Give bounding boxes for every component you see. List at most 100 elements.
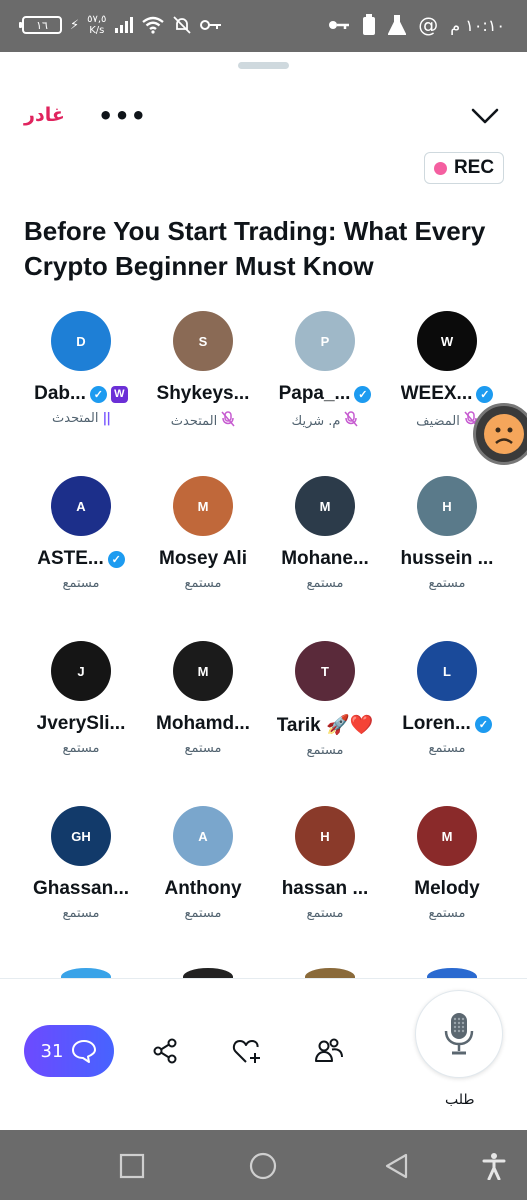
triangle-back-icon [385,1153,408,1179]
share-button[interactable] [150,1036,180,1066]
recents-button[interactable] [118,1152,146,1180]
avatar[interactable]: M [417,806,477,866]
participant-name-row: Dab... ✓ W [34,383,128,405]
participant-name: Papa_... [278,383,351,404]
request-mic-button[interactable] [415,990,503,1078]
participant-item[interactable]: P Papa_... ✓ م. شريك [264,300,386,465]
participant-role-label: م. شريك [291,413,341,429]
avatar-initials: H [320,828,330,844]
avatar[interactable]: M [173,641,233,701]
avatar[interactable]: H [295,806,355,866]
participant-item[interactable]: T Tarik 🚀❤️ مستمع [264,630,386,795]
participant-name: Melody [414,878,480,899]
participant-item[interactable]: M Melody مستمع [386,795,508,960]
participant-name-row: hussein ... [401,548,494,570]
space-title: Before You Start Trading: What Every Cry… [24,216,486,281]
avatar-initials: H [442,498,452,514]
avatar[interactable]: A [173,806,233,866]
participant-role-label: المتحدث [170,413,218,429]
key-icon [329,21,350,29]
avatar[interactable]: P [295,311,355,371]
avatar-initials: L [443,663,451,679]
participant-role: م. شريك [292,411,359,431]
participant-item[interactable]: M Mosey Ali مستمع [142,465,264,630]
more-options-button[interactable]: ••• [98,102,147,130]
avatar[interactable]: M [295,476,355,536]
avatar[interactable]: M [173,476,233,536]
flask-icon [388,15,407,35]
participant-name: Mohamd... [156,713,250,734]
participant-role-label: مستمع [184,741,222,756]
chevron-down-icon [471,108,499,124]
avatar-initials: A [198,828,208,844]
recording-badge: REC [424,152,504,184]
participant-item[interactable]: Hhussein ... مستمع [386,465,508,630]
participant-role: مستمع [63,576,100,591]
back-button[interactable] [382,1152,410,1180]
participant-item[interactable]: S Shykeys... المتحدث [142,300,264,465]
rec-label: REC [453,157,495,178]
participant-name-row: Shykeys... [157,383,250,405]
participant-role: مستمع [63,906,100,921]
mic-off-icon [221,411,235,431]
participant-role-label: مستمع [428,906,466,921]
leave-button[interactable]: غادر [24,104,65,126]
avatar[interactable]: J [51,641,111,701]
participant-item[interactable]: Hhassan ... مستمع [264,795,386,960]
participant-role: المضيف [416,411,478,431]
participant-item[interactable]: J JverySli... مستمع [20,630,142,795]
participant-name: Ghassan... [32,878,130,899]
participant-name: JverySli... [36,713,126,734]
participant-name-row: Mohane... [281,548,369,570]
participant-name-row: Ghassan... [33,878,129,900]
avatar[interactable]: W [417,311,477,371]
participant-name-row: Mohamd... [156,713,250,735]
avatar[interactable]: D [51,311,111,371]
participant-item[interactable]: GH Ghassan... مستمع [20,795,142,960]
participant-role-label: مستمع [184,906,222,921]
chat-bubble-icon [72,1040,97,1063]
participant-name-row: JverySli... [37,713,126,735]
mic-off-icon [344,411,359,431]
participant-item[interactable]: L Loren... ✓ مستمع [386,630,508,795]
drag-handle[interactable] [238,62,289,69]
participant-item[interactable]: A ASTE... ✓ مستمع [20,465,142,630]
avatar[interactable]: T [295,641,355,701]
avatar[interactable]: GH [51,806,111,866]
home-button[interactable] [249,1152,277,1180]
participant-name: Loren... [402,713,471,734]
square-icon [119,1153,145,1179]
participant-row: GH Ghassan... مستمع A Anthony مستمع Hhassan ..… [20,795,508,960]
avatar-initials: D [76,333,86,349]
at-icon: @ [418,13,439,37]
like-button[interactable] [232,1036,262,1066]
verified-badge-icon: ✓ [107,550,125,568]
participant-role: مستمع [429,906,466,921]
signal-icon [115,17,134,33]
participant-role: مستمع [307,576,344,591]
net-speed-unit: K/s [89,25,105,36]
participant-role: مستمع [307,906,344,921]
reaction-bubble[interactable] [473,403,527,465]
participant-name-row: Loren... ✓ [402,713,492,735]
collapse-button[interactable] [470,104,500,128]
participant-role-label: مستمع [428,741,466,756]
participant-item[interactable]: D Dab... ✓ W || المتحدث [20,300,142,465]
accessibility-button[interactable] [480,1152,508,1180]
avatar[interactable]: L [417,641,477,701]
avatar-initials: M [197,498,209,514]
participant-grid: D Dab... ✓ W || المتحدث S Shykeys... المتحدث P Pap… [20,300,508,960]
participant-role: مستمع [185,741,222,756]
participant-item[interactable]: M Mohane... مستمع [264,465,386,630]
avatar-initials: M [319,498,331,514]
participant-name: Dab... [34,383,86,404]
participant-item[interactable]: M Mohamd... مستمع [142,630,264,795]
participant-name: Shykeys... [156,383,250,404]
avatar[interactable]: A [51,476,111,536]
avatar[interactable]: S [173,311,233,371]
avatar[interactable]: H [417,476,477,536]
chat-button[interactable]: 31 [24,1025,114,1077]
participants-button[interactable] [314,1036,344,1066]
participant-item[interactable]: A Anthony مستمع [142,795,264,960]
participant-role: مستمع [429,576,466,591]
